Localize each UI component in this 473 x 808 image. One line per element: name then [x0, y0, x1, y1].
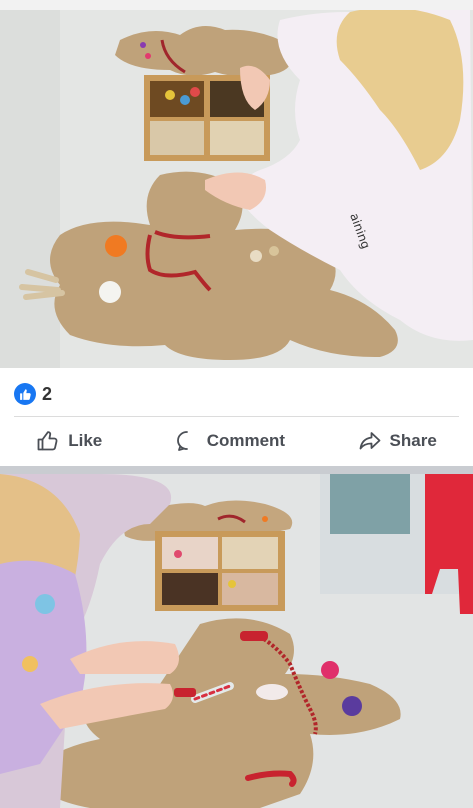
share-button-label: Share [389, 431, 437, 450]
comment-button[interactable]: Comment [175, 429, 285, 453]
speech-bubble-icon [175, 429, 199, 453]
comment-button-label: Comment [206, 431, 286, 450]
post-action-bar: Like Comment Share [0, 418, 473, 464]
post-photo-1[interactable]: aining [0, 0, 473, 368]
reactions-summary[interactable]: 2 [14, 381, 52, 407]
gingerbread-craft-photo-1: aining [0, 5, 473, 368]
thumbs-up-badge-icon [14, 383, 36, 405]
like-button-label: Like [68, 431, 103, 450]
reactions-divider [14, 416, 459, 417]
like-button[interactable]: Like [36, 429, 102, 453]
post-separator [0, 466, 473, 474]
gingerbread-craft-photo-2 [0, 474, 473, 808]
share-arrow-icon [358, 429, 382, 453]
thumbs-up-outline-icon [36, 429, 60, 453]
top-status-strip [0, 0, 473, 10]
share-button[interactable]: Share [358, 429, 437, 453]
reaction-count: 2 [42, 383, 53, 404]
post-photo-2[interactable] [0, 474, 473, 808]
